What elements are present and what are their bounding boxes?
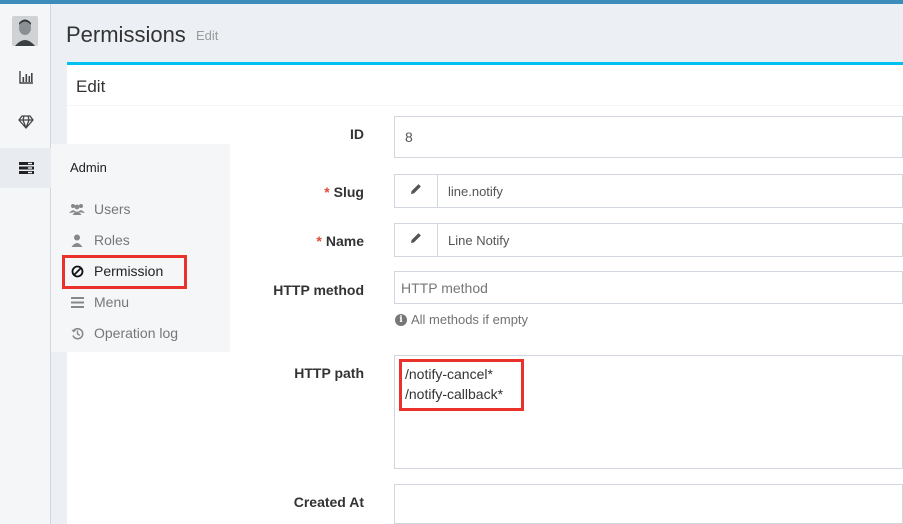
menu-item-menu[interactable]: Menu — [69, 292, 129, 312]
menu-item-roles[interactable]: Roles — [69, 230, 130, 250]
menu-item-operation-log[interactable]: Operation log — [69, 323, 178, 343]
slug-addon — [394, 174, 438, 208]
name-addon — [394, 223, 438, 257]
page-title: Permissions — [66, 22, 186, 47]
menu-item-label: Users — [94, 201, 131, 217]
name-input[interactable]: Line Notify — [437, 223, 903, 257]
http-path-label: HTTP path — [294, 365, 364, 381]
tasks-icon[interactable] — [16, 158, 36, 178]
created-at-label: Created At — [293, 494, 364, 510]
history-icon — [69, 325, 85, 341]
bars-icon — [69, 294, 85, 310]
permission-highlight-box — [62, 255, 187, 289]
required-asterisk: * — [316, 233, 322, 249]
http-method-placeholder: HTTP method — [401, 279, 488, 296]
box-header: Edit — [67, 65, 903, 106]
bar-chart-icon[interactable] — [16, 67, 36, 87]
name-value: Line Notify — [448, 232, 510, 248]
box-title: Edit — [76, 77, 106, 96]
avatar[interactable] — [12, 16, 38, 46]
user-icon — [69, 232, 85, 248]
menu-item-label: Operation log — [94, 325, 179, 341]
http-method-help-text: All methods if empty — [411, 312, 529, 327]
http-path-highlight-box — [399, 359, 524, 411]
slug-value: line.notify — [448, 183, 503, 199]
menu-item-users[interactable]: Users — [69, 199, 131, 219]
admin-flyout-menu: Admin Users Roles Permission Menu Operat… — [51, 144, 230, 352]
menu-item-label: Menu — [94, 294, 130, 310]
created-at-input[interactable] — [394, 484, 903, 524]
slug-label-text: Slug — [333, 184, 364, 200]
icon-sidebar — [0, 4, 51, 524]
pencil-icon — [410, 182, 422, 200]
page-subtitle: Edit — [196, 28, 219, 43]
admin-menu-title: Admin — [70, 160, 107, 175]
id-label: ID — [350, 126, 364, 142]
http-method-help: i All methods if empty — [395, 312, 528, 327]
required-asterisk: * — [324, 184, 330, 200]
id-field[interactable]: 8 — [394, 116, 903, 158]
menu-item-label: Roles — [94, 232, 130, 248]
diamond-icon[interactable] — [16, 112, 36, 132]
content-header: Permissions Edit — [51, 4, 903, 60]
slug-input[interactable]: line.notify — [437, 174, 903, 208]
name-label-text: Name — [325, 233, 364, 249]
http-method-select[interactable]: HTTP method — [394, 271, 903, 304]
pencil-icon — [410, 231, 422, 249]
info-icon: i — [395, 313, 407, 326]
id-value: 8 — [405, 129, 413, 145]
users-icon — [69, 201, 85, 217]
